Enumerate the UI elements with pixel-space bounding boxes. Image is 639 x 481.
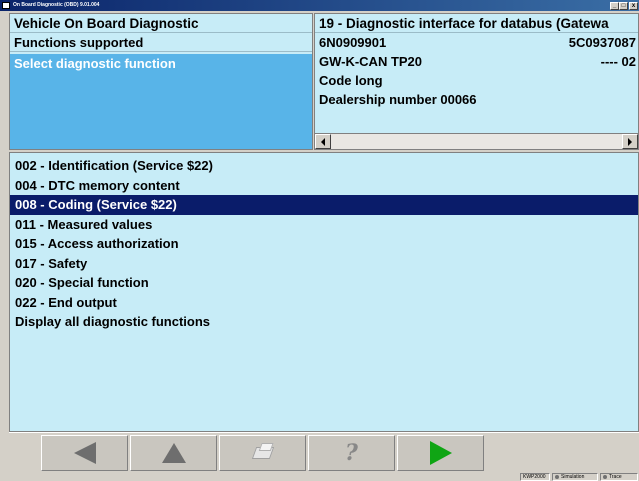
info-row: GW-K-CAN TP20 ---- 02 — [315, 52, 638, 71]
list-item-selected[interactable]: 008 - Coding (Service $22) — [10, 195, 638, 215]
status-bar: KWP2000 Simulation Trace — [0, 472, 639, 481]
close-button[interactable]: x — [629, 1, 638, 10]
trace-label: Trace — [609, 474, 622, 480]
functions-supported-label: Functions supported — [10, 33, 312, 52]
protocol-status: KWP2000 — [520, 473, 550, 481]
window-titlebar: On Board Diagnostic (OBD) 9.01.004 _ □ x — [0, 0, 639, 11]
navigation-toolbar: ? — [9, 432, 639, 472]
help-icon: ? — [345, 440, 358, 466]
minimize-button[interactable]: _ — [610, 1, 619, 10]
status-dot-icon — [555, 474, 559, 479]
list-item[interactable]: Display all diagnostic functions — [10, 312, 638, 332]
scroll-right-button[interactable] — [622, 134, 638, 149]
vehicle-title: Vehicle On Board Diagnostic — [10, 14, 312, 33]
control-unit-info-panel: 19 - Diagnostic interface for databus (G… — [314, 13, 639, 150]
arrow-left-icon — [321, 137, 325, 146]
window-controls: _ □ x — [610, 1, 638, 10]
list-item[interactable]: 022 - End output — [10, 293, 638, 313]
info-row: Code long — [315, 71, 638, 90]
print-icon — [251, 447, 274, 459]
up-button[interactable] — [130, 435, 217, 471]
list-item[interactable]: 004 - DTC memory content — [10, 176, 638, 196]
forward-button[interactable] — [397, 435, 484, 471]
trace-status: Trace — [600, 473, 638, 481]
up-arrow-icon — [161, 443, 186, 463]
back-arrow-icon — [73, 442, 96, 464]
scroll-left-button[interactable] — [315, 134, 331, 149]
print-button[interactable] — [219, 435, 306, 471]
back-button[interactable] — [41, 435, 128, 471]
select-function-label: Select diagnostic function — [14, 56, 176, 71]
horizontal-scrollbar[interactable] — [315, 133, 638, 149]
list-item[interactable]: 002 - Identification (Service $22) — [10, 156, 638, 176]
component-number: 5C0937087 — [568, 35, 636, 50]
window-title: On Board Diagnostic (OBD) 9.01.004 — [13, 2, 100, 8]
simulation-label: Simulation — [561, 474, 585, 480]
part-number: 6N0909901 — [319, 35, 387, 50]
simulation-status: Simulation — [552, 473, 598, 481]
left-header-panel: Vehicle On Board Diagnostic Functions su… — [9, 13, 313, 150]
arrow-right-icon — [628, 137, 632, 146]
info-row: 6N0909901 5C0937087 — [315, 33, 638, 52]
status-dot-icon — [603, 474, 607, 479]
help-button[interactable]: ? — [308, 435, 395, 471]
control-unit-title: 19 - Diagnostic interface for databus (G… — [315, 14, 638, 33]
info-row: Dealership number 00066 — [315, 90, 638, 109]
list-item[interactable]: 017 - Safety — [10, 254, 638, 274]
maximize-button[interactable]: □ — [619, 1, 628, 10]
list-item[interactable]: 011 - Measured values — [10, 215, 638, 235]
list-item[interactable]: 020 - Special function — [10, 273, 638, 293]
list-item[interactable]: 015 - Access authorization — [10, 234, 638, 254]
dealership-number: Dealership number 00066 — [319, 92, 477, 107]
component-name: GW-K-CAN TP20 — [319, 54, 423, 69]
selected-step-block[interactable]: Select diagnostic function — [10, 54, 312, 149]
diagnostic-function-list: 002 - Identification (Service $22) 004 -… — [9, 152, 639, 432]
coding-type: Code long — [319, 73, 383, 88]
forward-arrow-icon — [429, 441, 452, 465]
software-version: ---- 02 — [600, 54, 636, 69]
app-icon — [2, 2, 10, 9]
